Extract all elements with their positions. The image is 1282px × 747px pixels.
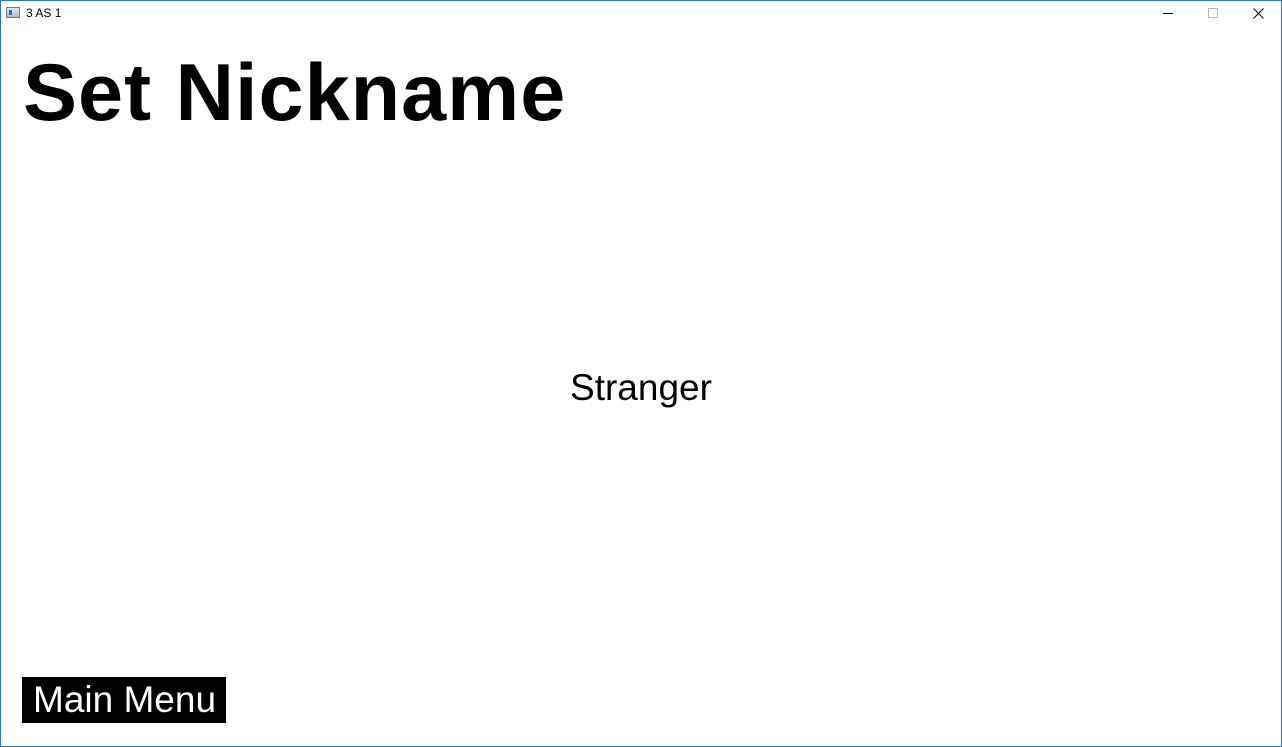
page-title: Set Nickname bbox=[23, 48, 567, 138]
close-icon bbox=[1253, 8, 1264, 19]
nickname-value[interactable]: Stranger bbox=[1, 366, 1281, 410]
app-icon bbox=[6, 7, 20, 18]
close-button[interactable] bbox=[1236, 1, 1281, 26]
maximize-button[interactable] bbox=[1191, 1, 1236, 26]
main-menu-button[interactable]: Main Menu bbox=[22, 677, 227, 723]
window-title: 3 AS 1 bbox=[26, 6, 62, 20]
minimize-button[interactable] bbox=[1146, 1, 1191, 26]
app-window: 3 AS 1 Set Nickname Stranger Main Menu bbox=[0, 0, 1282, 747]
title-bar[interactable]: 3 AS 1 bbox=[1, 1, 1281, 26]
